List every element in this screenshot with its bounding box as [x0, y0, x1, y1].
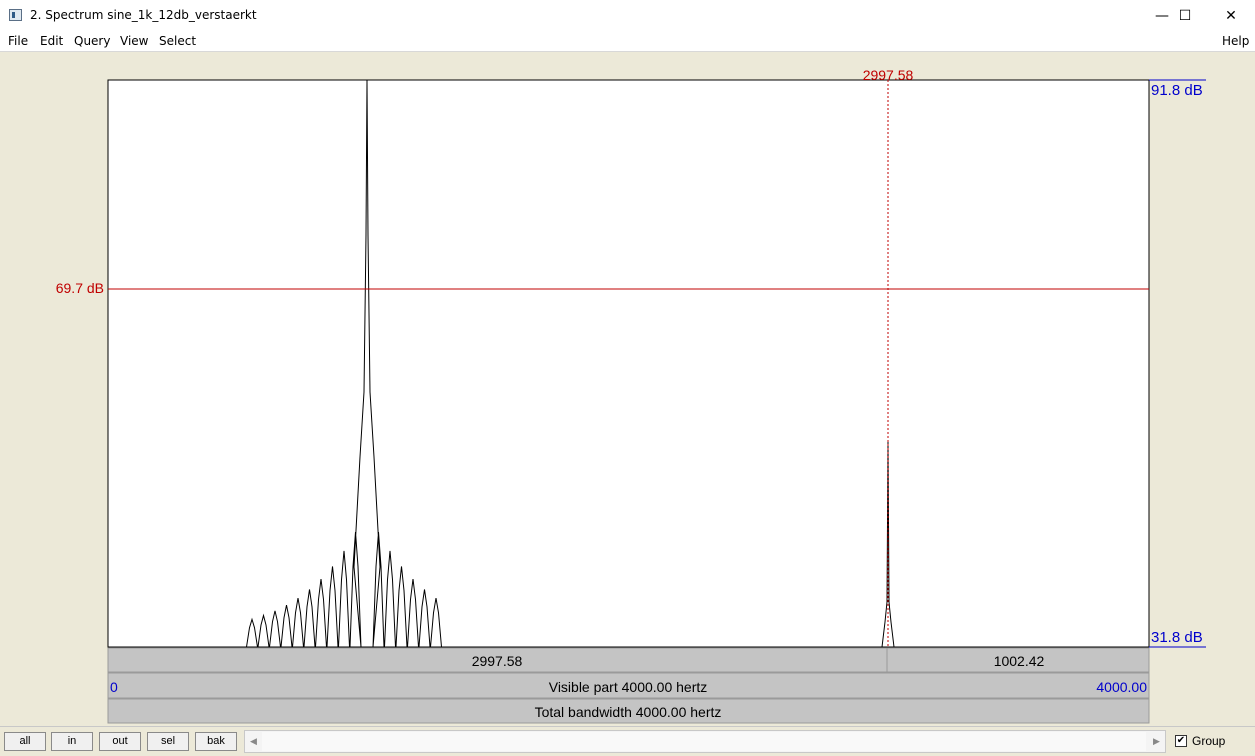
visible-min-label: 0	[110, 679, 118, 695]
zoom-in-button[interactable]: in	[51, 732, 93, 751]
zoom-out-button[interactable]: out	[99, 732, 141, 751]
spectrum-view[interactable]: 2997.58 69.7 dB 91.8 dB 31.8 dB 2997.58 …	[0, 52, 1255, 725]
menu-query[interactable]: Query	[74, 34, 110, 48]
menu-help[interactable]: Help	[1222, 34, 1249, 48]
total-bandwidth-label: Total bandwidth 4000.00 hertz	[535, 704, 722, 720]
zoom-selection-button[interactable]: sel	[147, 732, 189, 751]
bottom-db-label: 31.8 dB	[1151, 629, 1203, 646]
left-of-cursor-value: 2997.58	[472, 653, 523, 669]
cursor-frequency-label: 2997.58	[863, 67, 914, 83]
scroll-right-icon[interactable]: ▶	[1148, 731, 1165, 752]
cursor-db-label: 69.7 dB	[56, 280, 104, 296]
menu-view[interactable]: View	[120, 34, 148, 48]
scrollbar-thumb[interactable]	[262, 732, 1146, 751]
group-label: Group	[1192, 734, 1226, 748]
right-of-cursor-value: 1002.42	[994, 653, 1045, 669]
horizontal-scrollbar[interactable]: ◀ ▶	[244, 730, 1166, 753]
close-button[interactable]: ✕	[1208, 0, 1254, 31]
visible-part-label: Visible part 4000.00 hertz	[549, 679, 708, 695]
bottom-toolbar: all in out sel bak ◀ ▶ ✔ Group	[0, 726, 1255, 756]
top-db-label: 91.8 dB	[1151, 82, 1203, 99]
scroll-left-icon[interactable]: ◀	[245, 731, 262, 752]
plot-area[interactable]	[107, 79, 1150, 648]
menu-bar: File Edit Query View Select Help	[0, 31, 1255, 52]
zoom-all-button[interactable]: all	[4, 732, 46, 751]
title-bar: 2. Spectrum sine_1k_12db_verstaerkt — ☐ …	[0, 0, 1255, 32]
menu-edit[interactable]: Edit	[40, 34, 63, 48]
zoom-back-button[interactable]: bak	[195, 732, 237, 751]
group-checkbox[interactable]: ✔	[1175, 735, 1187, 747]
menu-select[interactable]: Select	[159, 34, 196, 48]
window-title: 2. Spectrum sine_1k_12db_verstaerkt	[30, 8, 257, 22]
visible-max-label: 4000.00	[1096, 679, 1147, 695]
app-icon	[9, 9, 22, 21]
spectrum-canvas[interactable]: 2997.58 69.7 dB 91.8 dB 31.8 dB 2997.58 …	[0, 52, 1255, 725]
menu-file[interactable]: File	[8, 34, 28, 48]
maximize-button[interactable]: ☐	[1162, 0, 1208, 31]
